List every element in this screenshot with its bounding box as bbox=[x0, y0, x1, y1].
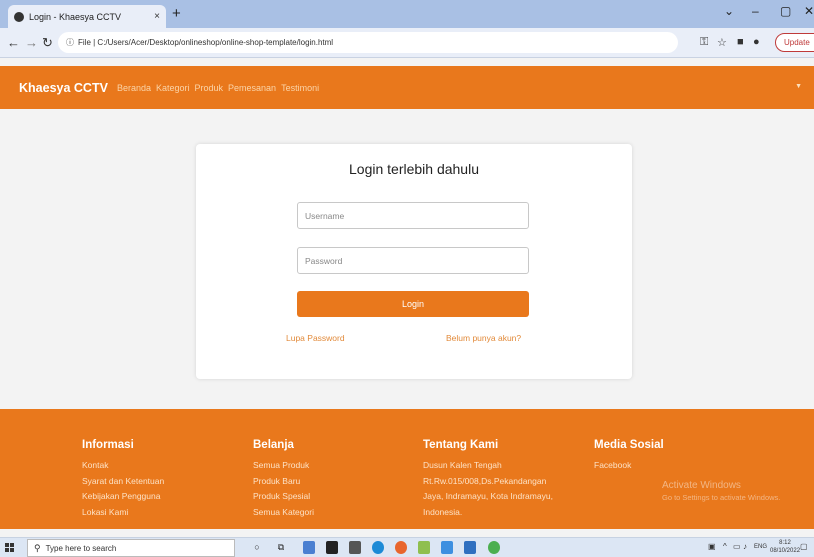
nav-link-beranda[interactable]: Beranda bbox=[117, 83, 151, 93]
taskbar-search[interactable]: ⚲ Type here to search bbox=[27, 539, 235, 557]
taskbar-app-icon[interactable] bbox=[303, 541, 315, 554]
forgot-password-link[interactable]: Lupa Password bbox=[286, 333, 345, 343]
close-window-button[interactable]: ✕ bbox=[804, 4, 814, 18]
maximize-button[interactable]: ▢ bbox=[780, 4, 791, 18]
activate-title: Activate Windows bbox=[662, 480, 741, 491]
site-navbar: Khaesya CCTV Beranda Kategori Produk Pem… bbox=[0, 66, 814, 109]
footer-address-line: Dusun Kalen Tengah bbox=[423, 460, 502, 470]
vscode-icon[interactable] bbox=[441, 541, 453, 554]
edge-icon[interactable] bbox=[372, 541, 384, 554]
nav-link-kategori[interactable]: Kategori bbox=[156, 83, 190, 93]
footer-link[interactable]: Produk Spesial bbox=[253, 489, 314, 505]
register-link[interactable]: Belum punya akun? bbox=[446, 333, 521, 343]
nav-link-pemesanan[interactable]: Pemesanan bbox=[228, 83, 276, 93]
footer-column-tentang-kami: Tentang Kami Dusun Kalen Tengah Rt.Rw.01… bbox=[423, 439, 553, 520]
profile-avatar-icon[interactable]: ● bbox=[753, 36, 760, 48]
reload-icon[interactable]: ↻ bbox=[42, 35, 53, 51]
info-icon[interactable]: ⓘ bbox=[66, 37, 74, 48]
login-title: Login terlebih dahulu bbox=[349, 161, 479, 177]
taskbar-search-placeholder: Type here to search bbox=[45, 543, 117, 553]
tab-search-chevron-icon[interactable]: ⌄ bbox=[724, 4, 734, 18]
address-text: File | C:/Users/Acer/Desktop/onlineshop/… bbox=[78, 38, 334, 47]
battery-icon[interactable]: ▭ bbox=[733, 542, 741, 551]
footer-link[interactable]: Produk Baru bbox=[253, 474, 314, 490]
footer-address-line: Indonesia. bbox=[423, 506, 463, 517]
brand-logo[interactable]: Khaesya CCTV bbox=[19, 81, 108, 95]
browser-tab[interactable]: Login - Khaesya CCTV × bbox=[8, 5, 166, 28]
search-icon: ⚲ bbox=[34, 542, 41, 553]
volume-icon[interactable]: ♪ bbox=[743, 542, 747, 551]
language-indicator[interactable]: ENG bbox=[754, 544, 767, 550]
site-footer: Informasi Kontak Syarat dan Ketentuan Ke… bbox=[0, 409, 814, 529]
chrome-icon[interactable] bbox=[488, 541, 500, 554]
footer-column-media-sosial: Media Sosial Facebook bbox=[594, 439, 664, 474]
clock-time: 8:12 bbox=[779, 540, 791, 546]
browser-toolbar: ← → ↻ ⓘ File | C:/Users/Acer/Desktop/onl… bbox=[0, 28, 814, 58]
update-label: Update bbox=[784, 38, 810, 47]
activate-subtitle: Go to Settings to activate Windows. bbox=[662, 493, 781, 502]
mail-icon[interactable] bbox=[349, 541, 361, 554]
notification-tray-icon[interactable]: ▣ bbox=[708, 542, 716, 551]
footer-heading: Belanja bbox=[253, 439, 294, 451]
tab-close-icon[interactable]: × bbox=[154, 11, 160, 22]
footer-link[interactable]: Syarat dan Ketentuan bbox=[82, 474, 164, 490]
file-explorer-icon[interactable] bbox=[464, 541, 476, 554]
new-tab-button[interactable]: + bbox=[172, 5, 181, 22]
key-icon[interactable]: ⚿ bbox=[700, 36, 708, 49]
footer-link[interactable]: Kontak bbox=[82, 458, 164, 474]
footer-address-line: Rt.Rw.015/008,Ds.Pekandangan bbox=[423, 475, 547, 486]
task-view-icon[interactable]: ⧉ bbox=[275, 541, 287, 554]
footer-column-informasi: Informasi Kontak Syarat dan Ketentuan Ke… bbox=[82, 439, 164, 520]
facebook-link[interactable]: Facebook bbox=[594, 458, 664, 474]
login-button[interactable]: Login bbox=[297, 291, 529, 317]
footer-heading: Informasi bbox=[82, 439, 134, 451]
footer-link[interactable]: Kebijakan Pengguna bbox=[82, 489, 164, 505]
footer-link[interactable]: Lokasi Kami bbox=[82, 505, 164, 521]
windows-taskbar: ⚲ Type here to search ○ ⧉ ▣ ^ ▭ ♪ ENG 8:… bbox=[0, 537, 814, 557]
footer-address-line: Jaya, Indramayu, Kota Indramayu, bbox=[423, 491, 553, 502]
firefox-icon[interactable] bbox=[395, 541, 407, 554]
tab-view-icon[interactable]: ■ bbox=[737, 36, 744, 48]
tab-favicon-icon bbox=[14, 11, 24, 22]
password-input[interactable] bbox=[297, 247, 529, 274]
footer-link[interactable]: Semua Produk bbox=[253, 458, 314, 474]
minimize-button[interactable]: – bbox=[752, 4, 759, 18]
taskbar-clock[interactable]: 8:12 08/10/2022 bbox=[770, 539, 800, 555]
username-input[interactable] bbox=[297, 202, 529, 229]
bookmark-star-icon[interactable]: ☆ bbox=[717, 36, 727, 49]
login-card: Login terlebih dahulu Login Lupa Passwor… bbox=[196, 144, 632, 379]
dropdown-caret-icon[interactable]: ▼ bbox=[795, 83, 802, 90]
clock-date: 08/10/2022 bbox=[770, 548, 801, 554]
forward-arrow-icon[interactable]: → bbox=[25, 35, 38, 50]
windows-start-icon[interactable] bbox=[5, 543, 15, 553]
cortana-icon[interactable]: ○ bbox=[251, 541, 263, 554]
nav-link-testimoni[interactable]: Testimoni bbox=[281, 83, 319, 93]
address-bar[interactable]: ⓘ File | C:/Users/Acer/Desktop/onlinesho… bbox=[58, 32, 678, 53]
update-button[interactable]: Update bbox=[775, 33, 814, 52]
store-icon[interactable] bbox=[326, 541, 338, 554]
tab-title: Login - Khaesya CCTV bbox=[29, 11, 122, 22]
footer-link[interactable]: Semua Kategori bbox=[253, 505, 314, 521]
action-center-icon[interactable]: ▢ bbox=[800, 542, 808, 551]
activate-windows-watermark: Activate Windows Go to Settings to activ… bbox=[662, 480, 780, 502]
footer-heading: Media Sosial bbox=[594, 439, 664, 451]
browser-tab-bar: Login - Khaesya CCTV × + ⌄ – ▢ ✕ bbox=[0, 0, 814, 28]
footer-column-belanja: Belanja Semua Produk Produk Baru Produk … bbox=[253, 439, 314, 520]
footer-heading: Tentang Kami bbox=[423, 439, 499, 451]
image-app-icon[interactable] bbox=[418, 541, 430, 554]
tray-chevron-icon[interactable]: ^ bbox=[723, 542, 727, 551]
back-arrow-icon[interactable]: ← bbox=[7, 35, 20, 50]
nav-link-produk[interactable]: Produk bbox=[195, 83, 224, 93]
